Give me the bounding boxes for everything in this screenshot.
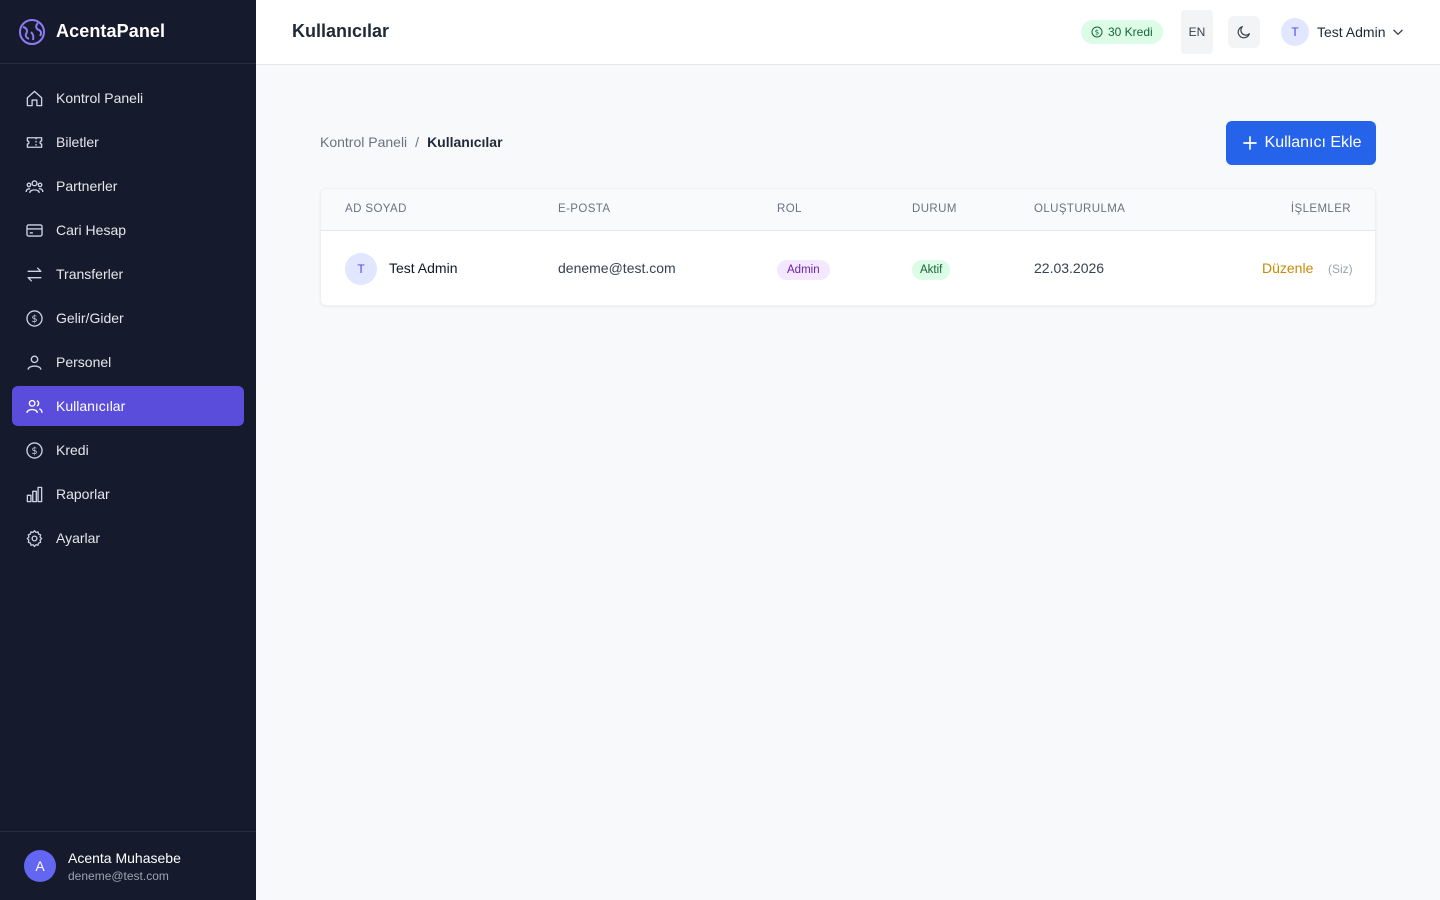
users-group-icon xyxy=(24,176,44,196)
sidebar-item-label: Ayarlar xyxy=(56,530,101,546)
page-title: Kullanıcılar xyxy=(292,21,390,41)
user-name: Test Admin xyxy=(1317,24,1386,40)
breadcrumb-link-kontrol-paneli[interactable]: Kontrol Paneli xyxy=(320,134,407,150)
edit-link[interactable]: Düzenle xyxy=(1262,260,1313,276)
arrows-exchange-icon xyxy=(24,264,44,284)
avatar: A xyxy=(24,850,56,882)
email-cell: deneme@test.com xyxy=(558,260,676,276)
sidebar-item-ayarlar[interactable]: Ayarlar xyxy=(12,518,244,558)
profile-info: Acenta Muhasebe deneme@test.com xyxy=(68,850,181,883)
credit-label: 30 Kredi xyxy=(1108,25,1153,39)
sidebar: AcentaPanel Kontrol Paneli Biletler Part… xyxy=(0,0,256,900)
sidebar-item-label: Kullanıcılar xyxy=(56,398,126,414)
avatar: T xyxy=(1281,18,1309,46)
svg-text:$: $ xyxy=(31,446,37,457)
top-header: Kullanıcılar $ 30 Kredi EN T Test Admin xyxy=(256,0,1440,65)
sidebar-item-kontrol-paneli[interactable]: Kontrol Paneli xyxy=(12,78,244,118)
plus-icon xyxy=(1241,134,1259,152)
svg-text:$: $ xyxy=(31,314,37,325)
sidebar-user-profile[interactable]: A Acenta Muhasebe deneme@test.com xyxy=(0,831,256,900)
add-user-label: Kullanıcı Ekle xyxy=(1264,134,1362,151)
dollar-circle-icon: $ xyxy=(1091,26,1103,38)
sidebar-item-biletler[interactable]: Biletler xyxy=(12,122,244,162)
svg-text:$: $ xyxy=(1095,29,1099,37)
brand[interactable]: AcentaPanel xyxy=(0,0,256,64)
sidebar-item-label: Cari Hesap xyxy=(56,222,127,238)
gear-icon xyxy=(24,528,44,548)
add-user-button[interactable]: Kullanıcı Ekle xyxy=(1226,121,1376,165)
sidebar-item-personel[interactable]: Personel xyxy=(12,342,244,382)
user-icon xyxy=(24,352,44,372)
dollar-circle-icon: $ xyxy=(24,440,44,460)
column-header-name: AD SOYAD xyxy=(345,203,407,215)
home-icon xyxy=(24,88,44,108)
chevron-down-icon xyxy=(1391,25,1405,39)
created-date-cell: 22.03.2026 xyxy=(1034,260,1105,276)
sidebar-item-label: Transferler xyxy=(56,266,124,282)
role-badge: Admin xyxy=(777,260,830,280)
moon-icon xyxy=(1236,24,1252,40)
ticket-icon xyxy=(24,132,44,152)
users-icon xyxy=(24,396,44,416)
sidebar-item-label: Partnerler xyxy=(56,178,118,194)
column-header-role: ROL xyxy=(777,203,802,215)
globe-logo-icon xyxy=(18,18,46,46)
status-badge: Aktif xyxy=(912,260,951,280)
sidebar-item-label: Gelir/Gider xyxy=(56,310,124,326)
sidebar-item-label: Raporlar xyxy=(56,486,110,502)
sidebar-item-label: Kredi xyxy=(56,442,89,458)
sidebar-item-cari-hesap[interactable]: Cari Hesap xyxy=(12,210,244,250)
user-name-cell: Test Admin xyxy=(389,260,458,276)
sidebar-nav: Kontrol Paneli Biletler Partnerler Cari … xyxy=(0,64,256,558)
credit-card-icon xyxy=(24,220,44,240)
avatar: T xyxy=(345,253,377,285)
column-header-created: OLUŞTURULMA xyxy=(1034,203,1126,215)
sidebar-item-partnerler[interactable]: Partnerler xyxy=(12,166,244,206)
column-header-email: E-POSTA xyxy=(558,203,611,215)
sidebar-item-kullanicilar[interactable]: Kullanıcılar xyxy=(12,386,244,426)
theme-toggle-button[interactable] xyxy=(1228,16,1260,48)
column-header-actions: İŞLEMLER xyxy=(1290,203,1351,215)
sidebar-item-label: Personel xyxy=(56,354,112,370)
dollar-circle-icon: $ xyxy=(24,308,44,328)
self-indicator: (Siz) xyxy=(1328,262,1353,276)
table-header: AD SOYAD E-POSTA ROL DURUM OLUŞTURULMA İ… xyxy=(321,189,1375,231)
sidebar-item-gelir-gider[interactable]: $ Gelir/Gider xyxy=(12,298,244,338)
credit-badge[interactable]: $ 30 Kredi xyxy=(1081,20,1163,44)
sidebar-item-raporlar[interactable]: Raporlar xyxy=(12,474,244,514)
user-menu[interactable]: T Test Admin xyxy=(1281,18,1405,46)
sidebar-item-label: Kontrol Paneli xyxy=(56,90,144,106)
breadcrumb-current: Kullanıcılar xyxy=(427,134,503,150)
profile-email: deneme@test.com xyxy=(68,868,169,883)
breadcrumb: Kontrol Paneli / Kullanıcılar xyxy=(320,134,503,150)
breadcrumb-separator: / xyxy=(415,134,420,150)
sidebar-item-kredi[interactable]: $ Kredi xyxy=(12,430,244,470)
table-row: T Test Admin deneme@test.com Admin Aktif… xyxy=(321,231,1375,307)
profile-name: Acenta Muhasebe xyxy=(68,849,181,866)
language-toggle-button[interactable]: EN xyxy=(1181,10,1213,54)
users-table: AD SOYAD E-POSTA ROL DURUM OLUŞTURULMA İ… xyxy=(320,188,1376,306)
bar-chart-icon xyxy=(24,484,44,504)
sidebar-item-label: Biletler xyxy=(56,134,99,150)
column-header-status: DURUM xyxy=(912,203,957,215)
sidebar-item-transferler[interactable]: Transferler xyxy=(12,254,244,294)
app-name: AcentaPanel xyxy=(56,21,166,41)
